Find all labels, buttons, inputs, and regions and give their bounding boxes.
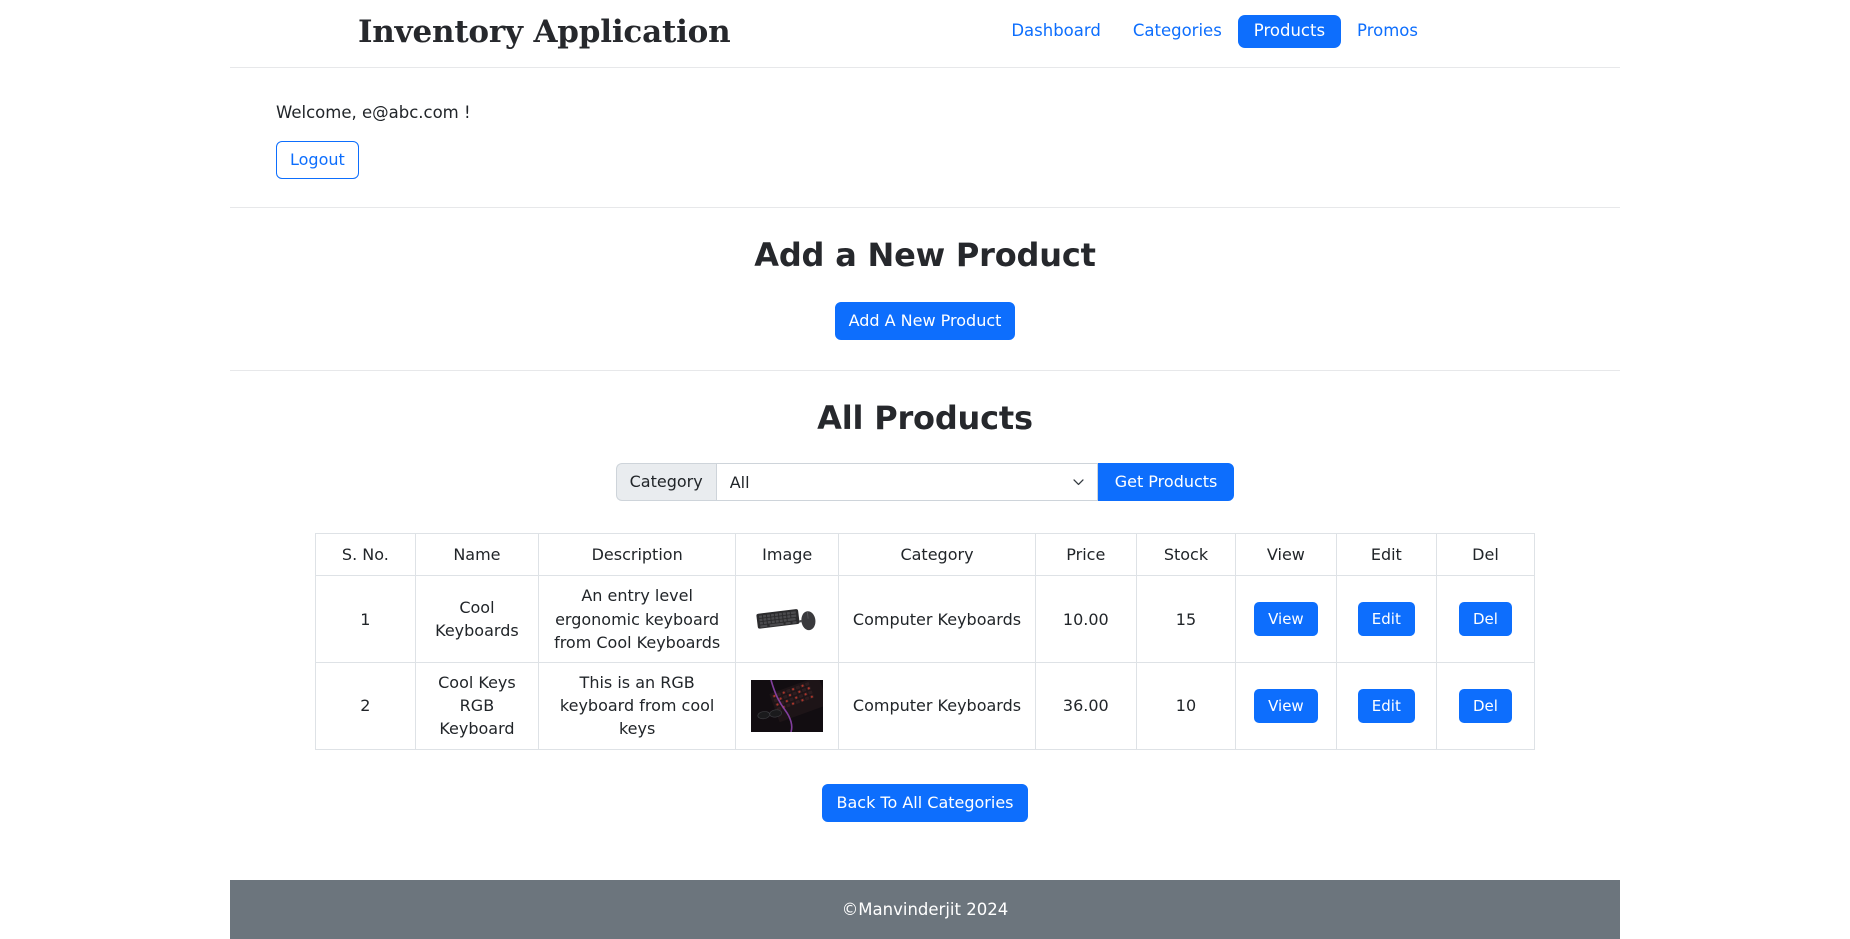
products-table-head: S. No. Name Description Image Category P… [315, 533, 1536, 577]
cell-del: Del [1435, 575, 1536, 663]
cell-view: View [1235, 575, 1337, 663]
cell-name: Cool Keys RGB Keyboard [414, 662, 540, 750]
cell-description: This is an RGB keyboard from cool keys [538, 662, 737, 750]
add-product-heading: Add a New Product [754, 236, 1096, 275]
back-button-row: Back To All Categories [230, 750, 1620, 822]
col-header-edit: Edit [1335, 533, 1437, 577]
top-navbar: Inventory Application Dashboard Categori… [230, 0, 1620, 68]
account-section: Welcome, e@abc.com ! Logout [230, 68, 1620, 209]
add-product-section: Add a New Product Add A New Product [230, 208, 1620, 372]
rgb-keyboard-thumbnail-icon [751, 676, 829, 733]
nav-link-products[interactable]: Products [1237, 15, 1342, 48]
cell-name: Cool Keyboards [414, 575, 540, 663]
col-header-name: Name [414, 533, 540, 577]
cell-del: Del [1435, 662, 1536, 750]
category-select-wrapper: All [715, 463, 1098, 502]
page-root: Inventory Application Dashboard Categori… [0, 0, 1850, 939]
app-brand-title: Inventory Application [358, 13, 731, 50]
category-select[interactable]: All [715, 463, 1098, 502]
products-table-body: 1 Cool Keyboards An entry level ergonomi… [315, 575, 1536, 750]
cell-sno: 2 [315, 662, 416, 750]
view-product-button[interactable]: View [1254, 601, 1318, 637]
edit-product-button[interactable]: Edit [1357, 688, 1415, 724]
nav-link-promos[interactable]: Promos [1341, 15, 1434, 48]
cell-image [735, 662, 840, 750]
col-header-stock: Stock [1135, 533, 1237, 577]
nav-link-categories[interactable]: Categories [1117, 15, 1238, 48]
product-thumbnail-image [751, 593, 824, 646]
view-product-button[interactable]: View [1254, 688, 1318, 724]
nav-link-dashboard[interactable]: Dashboard [995, 15, 1117, 48]
cell-category: Computer Keyboards [838, 662, 1036, 750]
edit-product-button[interactable]: Edit [1357, 601, 1415, 637]
col-header-category: Category [838, 533, 1036, 577]
cell-edit: Edit [1335, 662, 1437, 750]
delete-product-button[interactable]: Del [1458, 601, 1512, 637]
table-row: 2 Cool Keys RGB Keyboard This is an RGB … [315, 662, 1536, 750]
logout-button[interactable]: Logout [276, 141, 359, 180]
col-header-image: Image [735, 533, 840, 577]
col-header-view: View [1235, 533, 1337, 577]
cell-view: View [1235, 662, 1337, 750]
col-header-description: Description [538, 533, 737, 577]
products-table-wrapper: S. No. Name Description Image Category P… [230, 533, 1620, 750]
all-products-heading: All Products [817, 399, 1033, 438]
cell-price: 36.00 [1034, 662, 1137, 750]
cell-sno: 1 [315, 575, 416, 663]
add-new-product-button[interactable]: Add A New Product [834, 302, 1016, 341]
keyboard-mouse-thumbnail-icon [751, 593, 824, 646]
products-table: S. No. Name Description Image Category P… [315, 533, 1536, 750]
cell-stock: 15 [1135, 575, 1237, 663]
footer-copyright: ©Manvinderjit 2024 [841, 900, 1009, 919]
product-thumbnail-image [751, 676, 829, 733]
table-header-row: S. No. Name Description Image Category P… [315, 533, 1536, 577]
all-products-section: All Products Category All Get Products S… [230, 371, 1620, 851]
welcome-message: Welcome, e@abc.com ! [276, 103, 471, 122]
category-filter-group: Category All Get Products [615, 463, 1235, 502]
cell-price: 10.00 [1034, 575, 1137, 663]
cell-stock: 10 [1135, 662, 1237, 750]
cell-image [735, 575, 840, 663]
category-filter-label: Category [615, 463, 716, 502]
col-header-del: Del [1435, 533, 1536, 577]
main-container: Inventory Application Dashboard Categori… [230, 0, 1620, 939]
primary-nav: Dashboard Categories Products Promos [995, 15, 1434, 48]
page-footer: ©Manvinderjit 2024 [230, 880, 1620, 939]
back-to-all-categories-button[interactable]: Back To All Categories [822, 783, 1028, 822]
table-row: 1 Cool Keyboards An entry level ergonomi… [315, 575, 1536, 663]
cell-edit: Edit [1335, 575, 1437, 663]
category-filter-row: Category All Get Products [230, 463, 1620, 502]
col-header-sno: S. No. [315, 533, 416, 577]
cell-description: An entry level ergonomic keyboard from C… [538, 575, 737, 663]
delete-product-button[interactable]: Del [1458, 688, 1512, 724]
get-products-button[interactable]: Get Products [1097, 463, 1235, 502]
cell-category: Computer Keyboards [838, 575, 1036, 663]
col-header-price: Price [1034, 533, 1137, 577]
